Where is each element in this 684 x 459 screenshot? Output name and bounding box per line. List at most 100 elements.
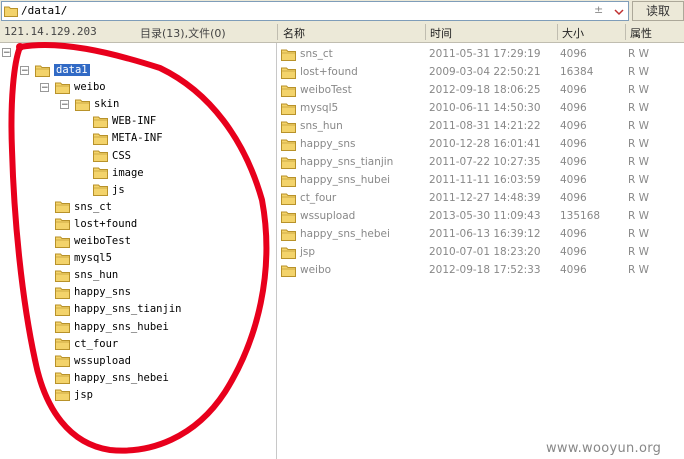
- column-divider[interactable]: [277, 24, 278, 40]
- tree-item[interactable]: data1: [35, 62, 90, 78]
- dir-count: 目录(13),文件(0): [140, 27, 226, 40]
- folder-icon: [93, 183, 108, 197]
- file-size: 4096: [560, 192, 587, 204]
- folder-icon: [55, 286, 70, 299]
- file-name: happy_sns: [300, 138, 356, 150]
- tree-item[interactable]: ct_four: [55, 336, 118, 352]
- tree-item-label: WEB-INF: [112, 115, 157, 128]
- file-row[interactable]: sns_hun 2011-08-31 14:21:22 4096 R W: [277, 118, 684, 136]
- file-row[interactable]: happy_sns 2010-12-28 16:01:41 4096 R W: [277, 136, 684, 154]
- column-divider[interactable]: [425, 24, 426, 40]
- tree-item[interactable]: weibo: [55, 79, 106, 95]
- tree-item[interactable]: image: [93, 165, 144, 181]
- file-size: 4096: [560, 48, 587, 60]
- column-divider[interactable]: [557, 24, 558, 40]
- file-time: 2010-12-28 16:01:41: [429, 138, 541, 150]
- tree-item-label: META-INF: [112, 132, 163, 145]
- file-row[interactable]: lost+found 2009-03-04 22:50:21 16384 R W: [277, 64, 684, 82]
- tree-item[interactable]: happy_sns_hubei: [55, 319, 169, 335]
- tree-item-label: weiboTest: [74, 235, 131, 247]
- file-row[interactable]: jsp 2010-07-01 18:23:20 4096 R W: [277, 244, 684, 262]
- tree-item[interactable]: WEB-INF: [93, 113, 156, 129]
- file-row[interactable]: weiboTest 2012-09-18 18:06:25 4096 R W: [277, 82, 684, 100]
- folder-icon: [55, 388, 70, 402]
- file-attr: R W: [628, 264, 650, 276]
- folder-open-icon: [35, 64, 50, 77]
- folder-icon: [281, 192, 296, 208]
- folder-icon: [55, 371, 70, 385]
- tree-item-label: happy_sns: [74, 286, 131, 299]
- collapse-toggle[interactable]: −: [40, 83, 49, 93]
- chevron-down-icon[interactable]: [612, 6, 626, 18]
- file-attr: R W: [628, 228, 650, 240]
- file-size: 4096: [560, 138, 587, 150]
- collapse-toggle[interactable]: −: [20, 66, 29, 76]
- header-row: 121.14.129.203 目录(13),文件(0) 名称 时间 大小 属性: [0, 22, 684, 43]
- directory-tree: − / − data1− weibo − skin WEB-INF META-INF CSS ima…: [0, 43, 277, 459]
- file-attr: R W: [628, 174, 650, 186]
- file-attr: R W: [628, 66, 650, 78]
- file-attr: R W: [628, 156, 650, 168]
- tree-item[interactable]: happy_sns_hebei: [55, 370, 169, 386]
- column-header-name[interactable]: 名称: [283, 25, 305, 41]
- file-row[interactable]: weibo 2012-09-18 17:52:33 4096 R W: [277, 262, 684, 280]
- file-attr: R W: [628, 246, 650, 258]
- file-attr: R W: [628, 210, 650, 222]
- file-row[interactable]: ct_four 2011-12-27 14:48:39 4096 R W: [277, 190, 684, 208]
- tree-item-label: ct_four: [74, 337, 119, 350]
- tree-item[interactable]: skin: [75, 96, 119, 112]
- folder-icon: [93, 166, 108, 180]
- tree-item[interactable]: mysql5: [55, 250, 112, 266]
- file-size: 4096: [560, 156, 587, 168]
- tree-item[interactable]: jsp: [55, 387, 93, 403]
- file-attr: R W: [628, 84, 650, 96]
- file-row[interactable]: happy_sns_hubei 2011-11-11 16:03:59 4096 R …: [277, 172, 684, 190]
- tree-item[interactable]: happy_sns_tianjin: [55, 301, 181, 317]
- file-time: 2013-05-30 11:09:43: [429, 210, 541, 222]
- tree-item-root[interactable]: − /: [2, 44, 21, 60]
- file-row[interactable]: wssupload 2013-05-30 11:09:43 135168 R W: [277, 208, 684, 226]
- tree-item[interactable]: js: [93, 182, 125, 198]
- tree-item[interactable]: CSS: [93, 148, 131, 164]
- column-divider[interactable]: [625, 24, 626, 40]
- tree-item[interactable]: weiboTest: [55, 233, 131, 249]
- file-row[interactable]: sns_ct 2011-05-31 17:29:19 4096 R W: [277, 46, 684, 64]
- file-size: 4096: [560, 102, 587, 114]
- sort-icon[interactable]: ±: [594, 3, 603, 16]
- file-name: jsp: [300, 246, 316, 258]
- file-row[interactable]: happy_sns_hebei 2011-06-13 16:39:12 4096 R …: [277, 226, 684, 244]
- file-attr: R W: [628, 120, 650, 132]
- column-header-time[interactable]: 时间: [430, 25, 452, 41]
- tree-item[interactable]: META-INF: [93, 130, 163, 146]
- file-row[interactable]: mysql5 2010-06-11 14:50:30 4096 R W: [277, 100, 684, 118]
- collapse-toggle[interactable]: −: [2, 47, 11, 57]
- file-name: happy_sns_hubei: [300, 174, 391, 186]
- tree-item-label: image: [112, 166, 144, 179]
- file-time: 2012-09-18 17:52:33: [429, 264, 541, 276]
- tree-item-label: happy_sns_hebei: [74, 371, 169, 384]
- file-size: 4096: [560, 174, 587, 186]
- address-bar: /data1/ ± 读取: [0, 0, 684, 23]
- tree-item[interactable]: lost+found: [55, 216, 137, 232]
- folder-icon: [93, 149, 108, 162]
- tree-item-label: happy_sns_tianjin: [74, 303, 182, 316]
- path-input[interactable]: /data1/ ±: [1, 1, 629, 21]
- tree-item[interactable]: wssupload: [55, 353, 131, 369]
- file-name: happy_sns_tianjin: [300, 156, 394, 168]
- file-name: lost+found: [300, 66, 358, 78]
- path-text: /data1/: [21, 4, 68, 17]
- file-size: 4096: [560, 246, 587, 258]
- file-attr: R W: [628, 192, 650, 204]
- folder-icon: [93, 115, 108, 128]
- file-attr: R W: [628, 48, 650, 60]
- file-attr: R W: [628, 102, 650, 114]
- file-row[interactable]: happy_sns_tianjin 2011-07-22 10:27:35 4096…: [277, 154, 684, 172]
- collapse-toggle[interactable]: −: [60, 100, 69, 110]
- tree-item[interactable]: sns_hun: [55, 267, 118, 283]
- read-button[interactable]: 读取: [632, 1, 684, 21]
- tree-item[interactable]: happy_sns: [55, 284, 131, 300]
- column-header-size[interactable]: 大小: [562, 25, 584, 41]
- tree-item[interactable]: sns_ct: [55, 199, 112, 215]
- column-header-attr[interactable]: 属性: [630, 25, 652, 41]
- server-ip: 121.14.129.203: [4, 25, 97, 38]
